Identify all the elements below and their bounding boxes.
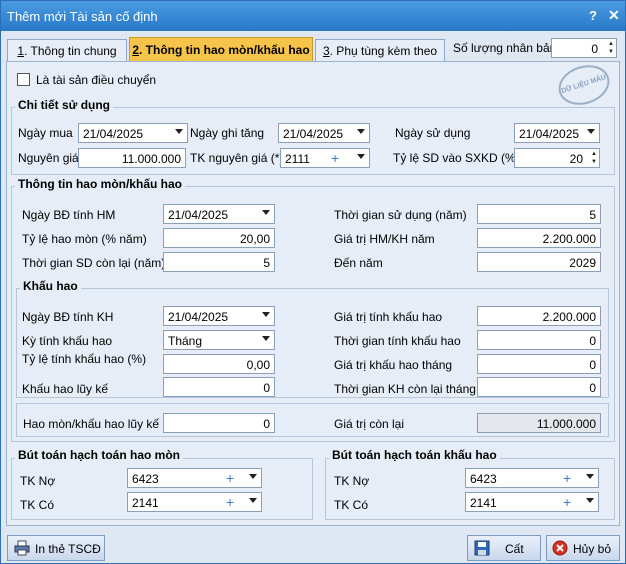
kh-rate-input[interactable]: 0,00: [163, 354, 275, 374]
title-bar: Thêm mới Tài sản cố định ? ✕: [1, 1, 625, 31]
dialog-window: Thêm mới Tài sản cố định ? ✕ 1. Thông ti…: [0, 0, 626, 564]
tab-spare-parts[interactable]: 3. Phụ tùng kèm theo: [315, 39, 445, 61]
hm-debit-label: TK Nợ: [20, 474, 56, 488]
remaining-years-input[interactable]: 5: [163, 252, 275, 272]
print-card-label: In thẻ TSCĐ: [35, 542, 101, 556]
kh-base-label: Giá trị tính khấu hao: [334, 310, 443, 324]
kh-credit-select[interactable]: 2141 +: [465, 492, 599, 512]
close-icon[interactable]: ✕: [608, 7, 620, 24]
kh-base-input[interactable]: 2.200.000: [477, 306, 601, 326]
kh-group-title: Khấu hao: [20, 279, 81, 293]
kh-posting-title: Bút toán hạch toán khấu hao: [329, 448, 500, 462]
hm-debit-select[interactable]: 6423 +: [127, 468, 262, 488]
kh-rate-label: Tỷ lệ tính khấu hao (%): [22, 352, 147, 366]
chevron-down-icon: [249, 474, 257, 479]
increase-date-picker[interactable]: 21/04/2025: [278, 123, 370, 143]
kh-start-label: Ngày BĐ tính KH: [22, 310, 114, 324]
copies-input[interactable]: 0 ▲ ▼: [551, 38, 617, 58]
cancel-label: Hủy bỏ: [573, 542, 612, 556]
kh-remaining-label: Thời gian KH còn lại tháng: [334, 382, 476, 396]
purchase-date-picker[interactable]: 21/04/2025: [78, 123, 188, 143]
transfer-checkbox[interactable]: [17, 73, 30, 86]
save-button[interactable]: Cất: [467, 535, 541, 561]
add-icon[interactable]: +: [226, 494, 234, 510]
save-label: Cất: [505, 542, 524, 556]
sxkd-ratio-label: Tỷ lệ SD vào SXKD (%): [393, 151, 520, 165]
hm-start-label: Ngày BĐ tính HM: [22, 208, 116, 222]
chevron-down-icon: [587, 129, 595, 134]
chevron-down-icon: [175, 129, 183, 134]
hm-rate-input[interactable]: 20,00: [163, 228, 275, 248]
print-card-button[interactable]: In thẻ TSCĐ: [7, 535, 105, 561]
hm-credit-select[interactable]: 2141 +: [127, 492, 262, 512]
cancel-button[interactable]: Hủy bỏ: [546, 535, 620, 561]
kh-months-label: Thời gian tính khấu hao: [334, 334, 461, 348]
transfer-checkbox-label: Là tài sản điều chuyển: [36, 73, 157, 87]
chevron-down-icon: [357, 129, 365, 134]
usage-group-title: Chi tiết sử dụng: [15, 98, 114, 112]
cost-account-label: TK nguyên giá (*): [190, 151, 284, 165]
kh-debit-select[interactable]: 6423 +: [465, 468, 599, 488]
use-years-label: Thời gian sử dụng (năm): [334, 208, 467, 222]
kh-debit-label: TK Nợ: [334, 474, 370, 488]
tab-panel: Là tài sản điều chuyển DỮ LIỆU MẪU Chi t…: [6, 58, 620, 526]
use-date-label: Ngày sử dụng: [395, 126, 471, 140]
to-year-label: Đến năm: [334, 256, 383, 270]
add-icon[interactable]: +: [331, 150, 339, 166]
cost-account-select[interactable]: 2111 +: [280, 148, 370, 168]
to-year-input[interactable]: 2029: [477, 252, 601, 272]
residual-value-label: Giá trị còn lại: [334, 417, 405, 431]
chevron-down-icon: [262, 312, 270, 317]
total-depreciation-input[interactable]: 0: [163, 413, 275, 433]
hm-start-picker[interactable]: 21/04/2025: [163, 204, 275, 224]
help-icon[interactable]: ?: [589, 8, 597, 23]
cost-input[interactable]: 11.000.000: [78, 148, 186, 168]
chevron-down-icon: [357, 154, 365, 159]
kh-monthly-label: Giá trị khấu hao tháng: [334, 358, 453, 372]
add-icon[interactable]: +: [226, 470, 234, 486]
kh-period-select[interactable]: Tháng: [163, 330, 275, 350]
increase-date-label: Ngày ghi tăng: [190, 126, 265, 140]
hm-credit-label: TK Có: [20, 498, 55, 512]
tab-depreciation[interactable]: 2. Thông tin hao mòn/khấu hao: [129, 37, 313, 61]
sample-data-stamp: DỮ LIỆU MẪU: [553, 58, 615, 112]
residual-value-input: 11.000.000: [477, 413, 601, 433]
sxkd-ratio-input[interactable]: 20 ▲ ▼: [514, 148, 600, 168]
hm-value-input[interactable]: 2.200.000: [477, 228, 601, 248]
chevron-down-icon: [586, 498, 594, 503]
hm-posting-title: Bút toán hạch toán hao mòn: [15, 448, 183, 462]
cancel-icon: [552, 540, 568, 559]
copies-label: Số lượng nhân bản: [453, 41, 557, 55]
kh-monthly-input[interactable]: 0: [477, 354, 601, 374]
use-years-input[interactable]: 5: [477, 204, 601, 224]
hm-rate-label: Tỷ lệ hao mòn (% năm): [22, 232, 147, 246]
printer-icon: [14, 540, 30, 559]
kh-start-picker[interactable]: 21/04/2025: [163, 306, 275, 326]
window-title: Thêm mới Tài sản cố định: [7, 9, 158, 24]
kh-accumulated-input[interactable]: 0: [163, 377, 275, 397]
kh-remaining-input[interactable]: 0: [477, 377, 601, 397]
chevron-down-icon: [262, 210, 270, 215]
add-icon[interactable]: +: [563, 470, 571, 486]
purchase-date-label: Ngày mua: [18, 126, 73, 140]
kh-credit-label: TK Có: [334, 498, 369, 512]
add-icon[interactable]: +: [563, 494, 571, 510]
hm-value-label: Giá trị HM/KH năm: [334, 232, 435, 246]
chevron-down-icon: [249, 498, 257, 503]
use-date-picker[interactable]: 21/04/2025: [514, 123, 600, 143]
chevron-down-icon: [586, 474, 594, 479]
total-depreciation-label: Hao mòn/khấu hao lũy kế: [23, 417, 160, 431]
chevron-down-icon: [262, 336, 270, 341]
kh-period-label: Kỳ tính khấu hao: [22, 334, 113, 348]
depreciation-group-title: Thông tin hao mòn/khấu hao: [15, 177, 185, 191]
kh-accumulated-label: Khấu hao lũy kế: [22, 382, 109, 396]
remaining-years-label: Thời gian SD còn lại (năm): [22, 256, 166, 270]
kh-months-input[interactable]: 0: [477, 330, 601, 350]
save-icon: [474, 540, 490, 559]
tab-general-info[interactable]: 1. Thông tin chung: [7, 39, 127, 61]
cost-label: Nguyên giá: [18, 151, 79, 165]
